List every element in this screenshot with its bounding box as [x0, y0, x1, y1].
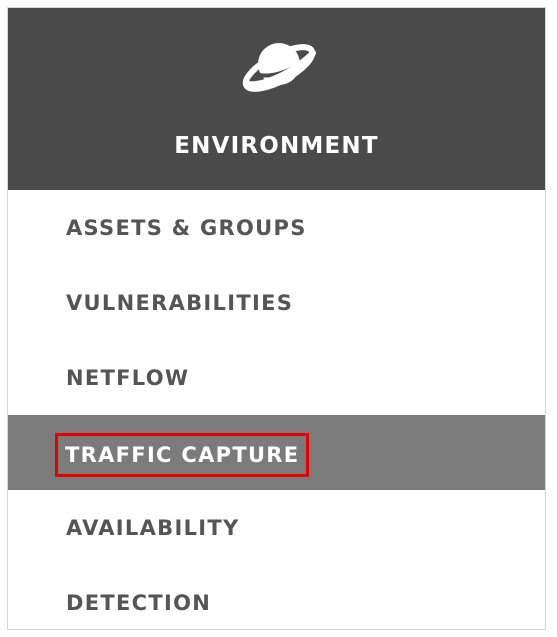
- menu-item-netflow[interactable]: NETFLOW: [8, 340, 545, 415]
- environment-title: ENVIRONMENT: [174, 133, 379, 159]
- menu-item-label: DETECTION: [66, 590, 212, 615]
- menu-item-label: TRAFFIC CAPTURE: [54, 432, 310, 477]
- menu-item-availability[interactable]: AVAILABILITY: [8, 490, 545, 565]
- menu-item-label: AVAILABILITY: [66, 515, 240, 540]
- environment-menu: ENVIRONMENT ASSETS & GROUPS VULNERABILIT…: [7, 7, 546, 630]
- menu-item-label: ASSETS & GROUPS: [66, 215, 307, 240]
- menu-item-label: NETFLOW: [66, 365, 190, 390]
- screenshot-frame: ENVIRONMENT ASSETS & GROUPS VULNERABILIT…: [0, 0, 557, 637]
- menu-item-detection[interactable]: DETECTION: [8, 565, 545, 629]
- menu-item-traffic-capture[interactable]: TRAFFIC CAPTURE: [8, 415, 545, 490]
- menu-items: ASSETS & GROUPS VULNERABILITIES NETFLOW …: [8, 190, 545, 629]
- menu-item-label: VULNERABILITIES: [66, 290, 294, 315]
- menu-item-vulnerabilities[interactable]: VULNERABILITIES: [8, 265, 545, 340]
- menu-item-assets-groups[interactable]: ASSETS & GROUPS: [8, 190, 545, 265]
- environment-header[interactable]: ENVIRONMENT: [8, 8, 545, 190]
- planet-icon: [237, 33, 321, 101]
